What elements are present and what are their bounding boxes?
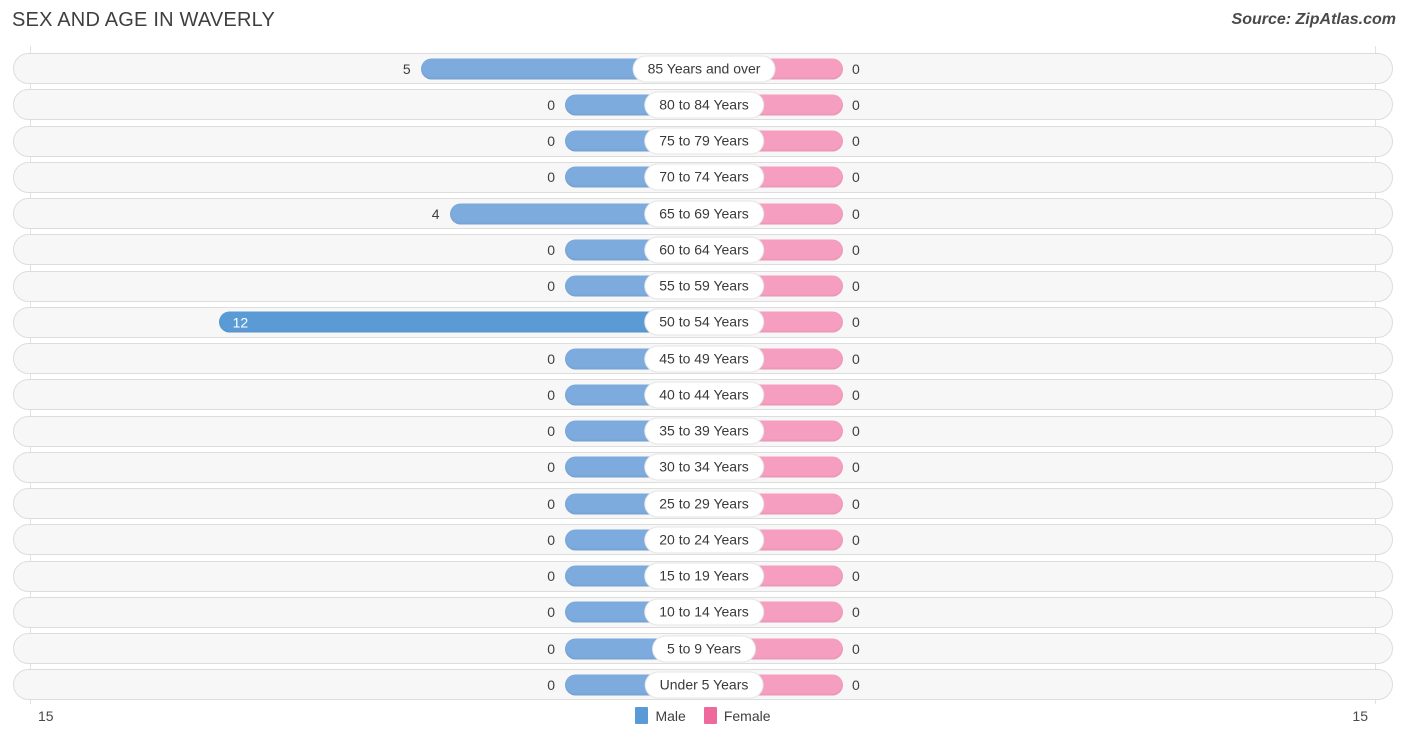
value-label-female: 0 xyxy=(852,459,860,476)
value-label-male: 5 xyxy=(402,60,411,77)
chart-legend: Male Female xyxy=(0,707,1406,724)
value-label-female: 0 xyxy=(852,314,860,331)
category-label: 25 to 29 Years xyxy=(645,491,763,516)
value-label-female: 0 xyxy=(852,495,860,512)
value-label-female: 0 xyxy=(852,423,860,439)
table-row[interactable]: 0 0 10 to 14 Years xyxy=(13,596,1393,628)
table-row[interactable]: 0 0 30 to 34 Years xyxy=(13,451,1393,483)
value-label-male: 0 xyxy=(547,350,555,367)
value-label-female: 0 xyxy=(852,568,860,584)
value-label-male: 0 xyxy=(547,604,555,621)
category-label: 40 to 44 Years xyxy=(645,382,763,408)
value-label-female: 0 xyxy=(852,604,860,621)
value-label-female: 0 xyxy=(852,133,860,149)
legend-item-female[interactable]: Female xyxy=(703,707,771,724)
category-label: 10 to 14 Years xyxy=(645,599,763,625)
table-row[interactable]: 0 0 60 to 64 Years xyxy=(13,234,1393,266)
value-label-female: 0 xyxy=(852,531,860,548)
value-label-female: 0 xyxy=(852,386,860,403)
category-label: 20 to 24 Years xyxy=(645,527,763,553)
table-row[interactable]: 0 0 20 to 24 Years xyxy=(13,524,1393,556)
category-label: 30 to 34 Years xyxy=(645,454,763,480)
value-label-male: 12 xyxy=(232,314,249,331)
value-label-male: 0 xyxy=(547,169,555,186)
table-row[interactable]: 0 0 15 to 19 Years xyxy=(13,560,1393,592)
table-row[interactable]: 0 0 70 to 74 Years xyxy=(13,161,1393,193)
category-label: 45 to 49 Years xyxy=(645,346,763,371)
value-label-male: 0 xyxy=(547,531,555,548)
table-row[interactable]: 0 0 45 to 49 Years xyxy=(13,343,1393,374)
table-row[interactable]: 0 0 75 to 79 Years xyxy=(13,125,1393,157)
value-label-female: 0 xyxy=(852,640,860,657)
value-label-female: 0 xyxy=(852,205,860,222)
table-row[interactable]: 0 0 25 to 29 Years xyxy=(13,488,1393,519)
value-label-female: 0 xyxy=(852,60,860,77)
value-label-male: 0 xyxy=(547,133,555,149)
value-label-female: 0 xyxy=(852,278,860,294)
table-row[interactable]: 0 0 55 to 59 Years xyxy=(13,270,1393,302)
value-label-male: 0 xyxy=(547,640,555,657)
category-label: Under 5 Years xyxy=(645,672,763,698)
category-label: 70 to 74 Years xyxy=(645,164,763,190)
table-row[interactable]: 0 0 5 to 9 Years xyxy=(13,633,1393,664)
legend-item-male[interactable]: Male xyxy=(635,707,686,724)
value-label-male: 0 xyxy=(547,96,555,113)
bar-male[interactable]: 12 xyxy=(218,311,704,333)
table-row[interactable]: 12 0 50 to 54 Years xyxy=(13,306,1393,338)
table-row[interactable]: 0 0 80 to 84 Years xyxy=(13,89,1393,121)
legend-swatch-female-icon xyxy=(703,707,717,724)
chart-header: SEX AND AGE IN WAVERLY Source: ZipAtlas.… xyxy=(0,0,1406,46)
value-label-male: 0 xyxy=(547,459,555,476)
category-label: 35 to 39 Years xyxy=(645,418,763,444)
value-label-male: 0 xyxy=(547,568,555,584)
category-label: 65 to 69 Years xyxy=(645,201,763,226)
category-label: 15 to 19 Years xyxy=(645,563,763,589)
value-label-male: 0 xyxy=(547,241,555,258)
value-label-male: 0 xyxy=(547,386,555,403)
category-label: 60 to 64 Years xyxy=(645,237,763,263)
category-label: 5 to 9 Years xyxy=(653,636,755,661)
value-label-female: 0 xyxy=(852,676,860,693)
legend-label-female: Female xyxy=(723,707,771,724)
value-label-male: 4 xyxy=(431,205,440,222)
table-row[interactable]: 5 0 85 Years and over xyxy=(13,53,1393,84)
value-label-male: 0 xyxy=(547,278,555,294)
value-label-male: 0 xyxy=(547,423,555,439)
category-label: 80 to 84 Years xyxy=(645,92,763,118)
category-label: 85 Years and over xyxy=(633,56,775,81)
value-label-female: 0 xyxy=(852,350,860,367)
source-attribution: Source: ZipAtlas.com xyxy=(1231,11,1396,28)
table-row[interactable]: 0 0 40 to 44 Years xyxy=(13,379,1393,411)
legend-label-male: Male xyxy=(655,707,686,724)
table-row[interactable]: 0 0 Under 5 Years xyxy=(13,669,1393,701)
chart-footer: 15 15 Male Female xyxy=(0,704,1406,740)
value-label-female: 0 xyxy=(852,169,860,186)
page-title: SEX AND AGE IN WAVERLY xyxy=(12,9,275,31)
category-label: 50 to 54 Years xyxy=(645,309,763,335)
table-row[interactable]: 4 0 65 to 69 Years xyxy=(13,198,1393,229)
value-label-female: 0 xyxy=(852,241,860,258)
value-label-female: 0 xyxy=(852,96,860,113)
value-label-male: 0 xyxy=(547,676,555,693)
table-row[interactable]: 0 0 35 to 39 Years xyxy=(13,415,1393,447)
value-label-male: 0 xyxy=(547,495,555,512)
category-label: 75 to 79 Years xyxy=(645,128,763,154)
pyramid-chart-plot: 5 0 85 Years and over 0 0 80 to 84 Years 0 0 75 … xyxy=(0,46,1406,704)
legend-swatch-male-icon xyxy=(635,707,649,724)
category-label: 55 to 59 Years xyxy=(645,273,763,299)
